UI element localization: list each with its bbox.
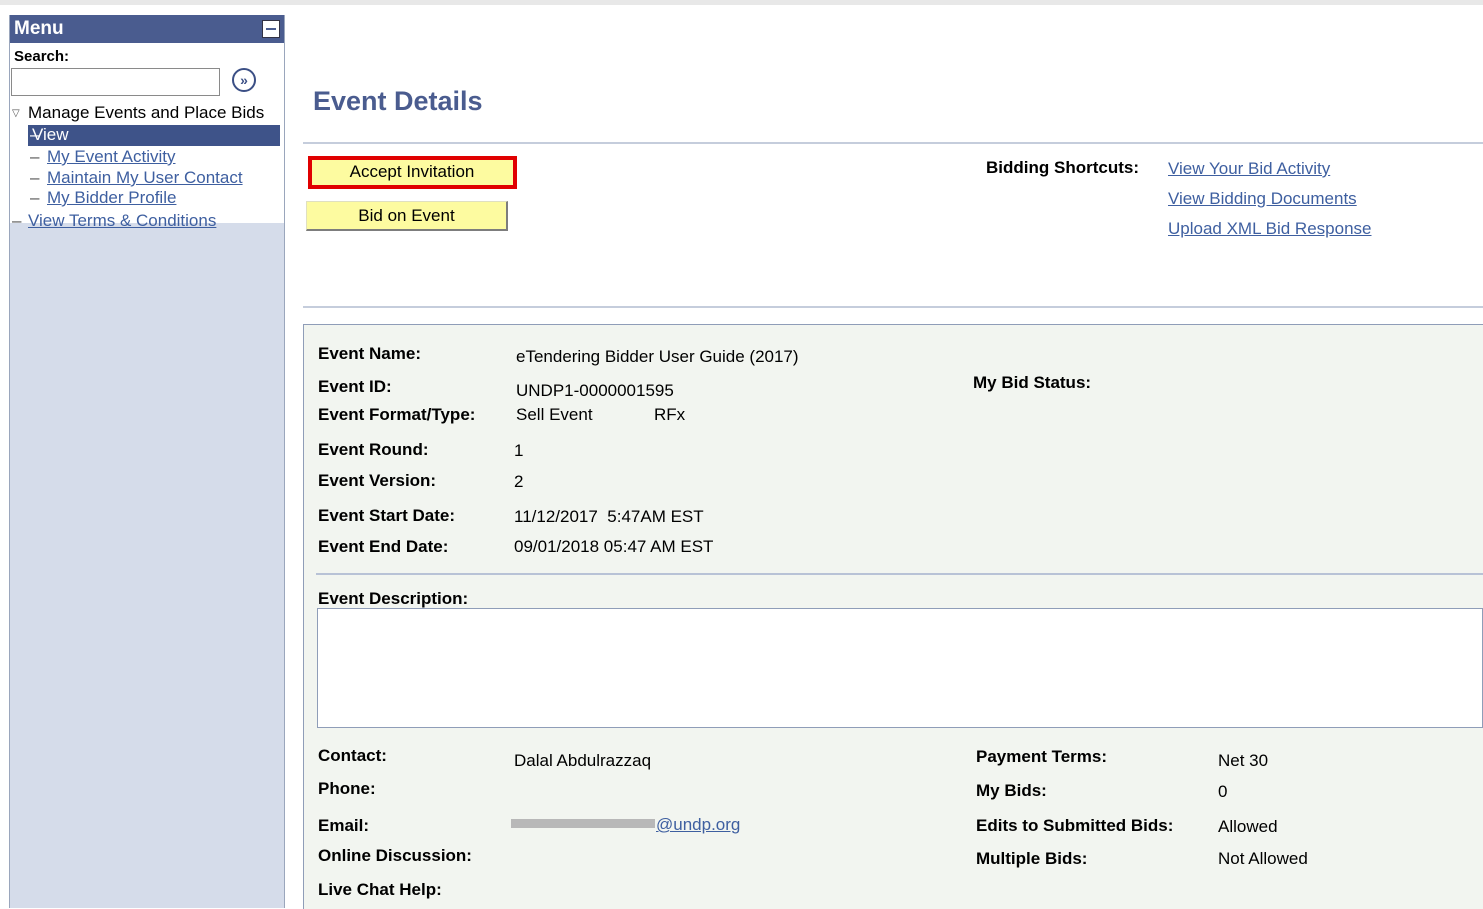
event-format-value: Sell Event xyxy=(516,405,593,424)
email-label: Email: xyxy=(318,816,370,835)
event-start-value: 11/12/2017 5:47AM EST xyxy=(514,507,704,526)
edits-value: Allowed xyxy=(1218,817,1278,836)
event-name-label: Event Name: xyxy=(318,344,421,363)
nav-manage-events[interactable]: Manage Events and Place Bids xyxy=(28,103,264,123)
search-area: Search: » xyxy=(10,43,284,103)
sidebar-item-maintain-contact[interactable]: Maintain My User Contact xyxy=(47,168,243,188)
multiple-bids-value: Not Allowed xyxy=(1218,849,1308,868)
tree-dash: – xyxy=(30,168,40,187)
highlight-box xyxy=(308,156,517,189)
event-format-label: Event Format/Type: xyxy=(318,405,476,424)
event-start-label: Event Start Date: xyxy=(318,506,455,525)
event-description-label: Event Description: xyxy=(318,589,469,608)
sidebar-item-terms[interactable]: View Terms & Conditions xyxy=(28,211,216,231)
nav-tree: ▽ Manage Events and Place Bids – View Ev… xyxy=(10,103,284,224)
bid-on-event-button[interactable]: Bid on Event xyxy=(306,201,508,231)
divider xyxy=(316,573,1483,575)
menu-header: Menu xyxy=(10,15,284,43)
live-chat-label: Live Chat Help: xyxy=(318,880,442,899)
divider xyxy=(303,306,1483,308)
sidebar-item-label: – View Events and Place Bids xyxy=(30,125,84,224)
redacted-email xyxy=(511,819,655,828)
contact-value: Dalal Abdulrazzaq xyxy=(514,751,652,770)
sidebar-menu: Menu Search: » ▽ Manage Events and Place… xyxy=(9,15,285,908)
my-bids-value: 0 xyxy=(1218,782,1228,801)
payment-terms-label: Payment Terms: xyxy=(976,747,1108,766)
menu-title: Menu xyxy=(14,18,64,39)
phone-label: Phone: xyxy=(318,779,376,798)
event-description-field[interactable] xyxy=(317,608,1483,728)
top-bar xyxy=(0,0,1483,5)
expand-triangle-icon[interactable]: ▽ xyxy=(12,108,20,119)
bid-status-label: My Bid Status: xyxy=(973,373,1092,392)
contact-label: Contact: xyxy=(318,746,387,765)
edits-label: Edits to Submitted Bids: xyxy=(976,816,1174,835)
view-bid-activity-link[interactable]: View Your Bid Activity xyxy=(1168,159,1330,179)
search-label: Search: xyxy=(14,48,70,65)
online-discussion-label: Online Discussion: xyxy=(318,846,472,865)
email-link[interactable]: @undp.org xyxy=(656,815,740,835)
sidebar-item-view-events[interactable]: – View Events and Place Bids xyxy=(28,125,280,224)
event-version-value: 2 xyxy=(514,472,524,491)
multiple-bids-label: Multiple Bids: xyxy=(976,849,1088,868)
tree-dash: – xyxy=(30,147,40,166)
collapse-icon[interactable] xyxy=(262,20,280,38)
event-end-label: Event End Date: xyxy=(318,537,449,556)
bidding-shortcuts-label: Bidding Shortcuts: xyxy=(986,158,1139,177)
tree-dash: – xyxy=(30,188,40,207)
payment-terms-value: Net 30 xyxy=(1218,751,1269,770)
event-type-value: RFx xyxy=(654,405,686,424)
my-bids-label: My Bids: xyxy=(976,781,1047,800)
event-id-label: Event ID: xyxy=(318,377,392,396)
search-go-icon[interactable]: » xyxy=(232,68,256,92)
event-round-label: Event Round: xyxy=(318,440,429,459)
search-input[interactable] xyxy=(11,68,220,96)
event-version-label: Event Version: xyxy=(318,471,437,490)
event-end-value: 09/01/2018 05:47 AM EST xyxy=(514,537,714,556)
event-name-value: eTendering Bidder User Guide (2017) xyxy=(516,347,799,366)
event-round-value: 1 xyxy=(514,441,524,460)
upload-xml-bid-link[interactable]: Upload XML Bid Response xyxy=(1168,219,1372,239)
sidebar-item-bidder-profile[interactable]: My Bidder Profile xyxy=(47,188,176,208)
sidebar-item-my-event-activity[interactable]: My Event Activity xyxy=(47,147,175,167)
divider xyxy=(303,142,1483,144)
event-id-value: UNDP1-0000001595 xyxy=(516,381,674,400)
tree-dash: – xyxy=(12,211,22,230)
view-bidding-documents-link[interactable]: View Bidding Documents xyxy=(1168,189,1357,209)
page-title: Event Details xyxy=(313,86,483,116)
